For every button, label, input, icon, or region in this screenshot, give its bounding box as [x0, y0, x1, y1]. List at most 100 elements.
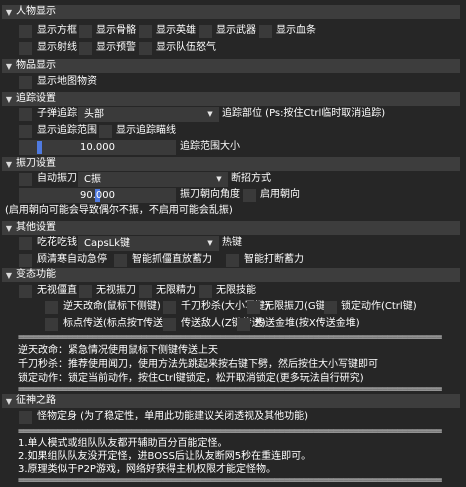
label-change-fate: 逆天改命(鼠标下侧键) [63, 301, 161, 312]
blade-angle-slider[interactable]: 90.000 [19, 188, 176, 203]
label-smart-block: 智能打断蓄力 [244, 254, 304, 265]
checkbox-thousand-slash[interactable] [163, 301, 176, 314]
quest-note-2: 2.如果组队队友没开定怪，进BOSS后让队友断网5秒在重连即可。 [18, 451, 312, 462]
checkbox-show-warning[interactable] [79, 42, 92, 55]
break-mode-dropdown[interactable]: C振 ▼ [78, 172, 228, 187]
checkbox-infinite-skill[interactable] [199, 285, 212, 298]
label-ignore-blade: 无视振刀 [96, 285, 136, 296]
section-header-cheat[interactable]: ▼ 变态功能 [2, 268, 460, 282]
checkbox-auto-blade[interactable] [19, 173, 32, 186]
checkbox-show-weapon[interactable] [199, 25, 212, 38]
section-header-items[interactable]: ▼ 物品显示 [2, 59, 460, 73]
label-teleport-gold: 传送金堆(按X传送金堆) [255, 318, 360, 329]
checkbox-cold-auto-stop[interactable] [19, 254, 32, 267]
checkbox-lock-action[interactable] [324, 301, 337, 314]
quest-note-3: 3.原理类似于P2P游戏，网络好获得主机权限才能定怪物。 [18, 464, 276, 475]
label-teleport-enemy: 传送敌人(Z键传送) [181, 318, 266, 329]
section-header-blade[interactable]: ▼ 振刀设置 [2, 157, 460, 171]
checkbox-smart-grab[interactable] [114, 254, 127, 267]
label-show-hero: 显示英雄 [156, 25, 196, 36]
expanded-arrow-icon: ▼ [5, 94, 13, 104]
label-marker-teleport: 标点传送(标点按T传送) [63, 318, 167, 329]
label-smart-grab: 智能抓僵直放蓄力 [132, 254, 212, 265]
section-title: 征神之路 [16, 395, 56, 406]
chevron-down-icon: ▼ [207, 110, 213, 118]
checkbox-enable-direction[interactable] [243, 189, 256, 202]
expanded-arrow-icon: ▼ [5, 396, 13, 406]
label-eat-flower-money: 吃花吃钱 [37, 237, 77, 248]
label-ignore-stagger: 无视僵直 [37, 285, 77, 296]
label-infinite-skill: 无限技能 [216, 285, 256, 296]
label-freeze-monster: 怪物定身 (为了稳定性，单用此功能建议关闭透视及其他功能) [37, 411, 308, 422]
blade-direction-note: (启用朝向可能会导致偶尔不振，不启用可能会乱振) [5, 205, 233, 216]
section-title: 其他设置 [16, 222, 56, 233]
checkbox-show-hero[interactable] [139, 25, 152, 38]
tracking-range-slider[interactable]: 10.000 [19, 140, 176, 155]
checkbox-infinite-stamina[interactable] [139, 285, 152, 298]
checkbox-show-team-rage[interactable] [139, 42, 152, 55]
section-title: 变态功能 [16, 269, 56, 280]
expanded-arrow-icon: ▼ [5, 61, 13, 71]
label-show-health: 显示血条 [276, 25, 316, 36]
section-header-tracking[interactable]: ▼ 追踪设置 [2, 92, 460, 106]
tracking-part-dropdown[interactable]: 头部 ▼ [78, 107, 219, 122]
section-header-other[interactable]: ▼ 其他设置 [2, 221, 460, 235]
label-cold-auto-stop: 顾清寒自动急停 [37, 254, 107, 265]
checkbox-show-tracking-aim[interactable] [99, 125, 112, 138]
separator-line: ========================================… [18, 427, 442, 437]
label-bullet-tracking: 子弹追踪 [37, 108, 77, 119]
slider-value: 90.000 [80, 190, 115, 201]
checkbox-eat-flower-money[interactable] [19, 237, 32, 250]
checkbox-show-tracking-range[interactable] [19, 125, 32, 138]
chevron-down-icon: ▼ [216, 175, 222, 183]
checkbox-show-health[interactable] [259, 25, 272, 38]
expanded-arrow-icon: ▼ [5, 7, 13, 17]
label-tracking-part: 追踪部位 (Ps:按住Ctrl临时取消追踪) [222, 108, 386, 119]
label-show-map-items: 显示地图物资 [37, 76, 97, 87]
desc-lock-action: 锁定动作：锁定当前动作，按住Ctrl键锁定，松开取消锁定(更多玩法自行研究) [18, 373, 364, 384]
checkbox-marker-teleport[interactable] [45, 318, 58, 331]
label-show-ray: 显示射线 [37, 42, 77, 53]
checkbox-freeze-monster[interactable] [19, 411, 32, 424]
desc-thousand-slash: 千刀秒杀：推荐使用闻刀，使用方法先跳起来按右键下劈，然后按住大小写键即可 [18, 359, 378, 370]
separator-line: ========================================… [18, 476, 442, 486]
quest-note-1: 1.单人模式或组队队友都开辅助百分百能定怪。 [18, 438, 228, 449]
separator-line: ========================================… [18, 333, 442, 343]
checkbox-infinite-blade[interactable] [247, 301, 260, 314]
checkbox-show-skeleton[interactable] [79, 25, 92, 38]
label-show-box: 显示方框 [37, 25, 77, 36]
expanded-arrow-icon: ▼ [5, 270, 13, 280]
label-show-tracking-range: 显示追踪范围 [37, 125, 97, 136]
hotkey-dropdown[interactable]: CapsLk键 ▼ [78, 236, 219, 251]
checkbox-teleport-gold[interactable] [237, 318, 250, 331]
label-hotkey: 热键 [222, 237, 242, 248]
section-header-quest[interactable]: ▼ 征神之路 [2, 394, 460, 408]
expanded-arrow-icon: ▼ [5, 223, 13, 233]
label-show-weapon: 显示武器 [216, 25, 256, 36]
checkbox-change-fate[interactable] [45, 301, 58, 314]
checkbox-bullet-tracking[interactable] [19, 108, 32, 121]
label-blade-angle: 振刀朝向角度 [180, 189, 240, 200]
chevron-down-icon: ▼ [207, 239, 213, 247]
checkbox-ignore-blade[interactable] [79, 285, 92, 298]
checkbox-ignore-stagger[interactable] [19, 285, 32, 298]
section-title: 物品显示 [16, 60, 56, 71]
dropdown-value: CapsLk键 [84, 238, 131, 249]
section-title: 追踪设置 [16, 93, 56, 104]
checkbox-smart-block[interactable] [226, 254, 239, 267]
label-show-tracking-aim: 显示追踪瞄线 [116, 125, 176, 136]
section-title: 振刀设置 [16, 158, 56, 169]
section-header-character[interactable]: ▼ 人物显示 [2, 5, 460, 19]
cheat-menu-panel: ▼ 人物显示 显示方框 显示骨骼 显示英雄 显示武器 显示血条 显示射线 显示预… [0, 0, 466, 487]
label-tracking-range: 追踪范围大小 [180, 141, 240, 152]
label-show-skeleton: 显示骨骼 [96, 25, 136, 36]
checkbox-show-ray[interactable] [19, 42, 32, 55]
label-infinite-stamina: 无限精力 [156, 285, 196, 296]
desc-change-fate: 逆天改命：紧急情况使用鼠标下侧键传送上天 [18, 345, 218, 356]
checkbox-show-box[interactable] [19, 25, 32, 38]
checkbox-show-map-items[interactable] [19, 76, 32, 89]
dropdown-value: 头部 [84, 109, 104, 120]
checkbox-teleport-enemy[interactable] [163, 318, 176, 331]
label-show-warning: 显示预警 [96, 42, 136, 53]
section-title: 人物显示 [16, 6, 56, 17]
